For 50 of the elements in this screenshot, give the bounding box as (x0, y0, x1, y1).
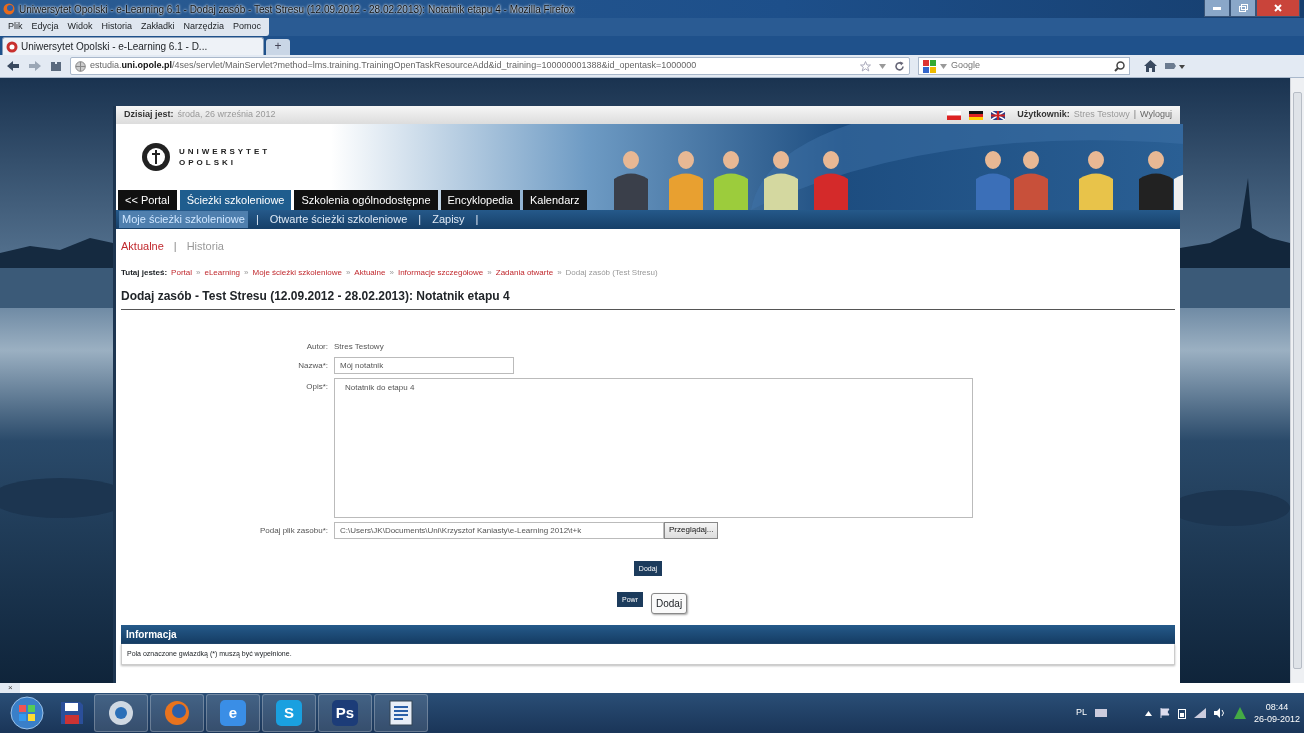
new-tab-button[interactable]: + (266, 39, 290, 55)
taskbar-button[interactable] (94, 694, 148, 732)
window-title: Uniwersytet Opolski - e-Learning 6.1 - Dodaj zasób - Test Stresu (12.09.2012 - 28.02.2013): Notatnik etapu 4 - Mozilla Firefox (19, 2, 575, 17)
search-engine-icon (923, 59, 936, 73)
browser-tab[interactable]: Uniwersytet Opolski - e-Learning 6.1 - D... (2, 37, 264, 55)
globe-icon (75, 60, 86, 72)
scroll-thumb[interactable] (1293, 92, 1302, 669)
network-icon[interactable] (1233, 707, 1246, 719)
search-icon[interactable] (1114, 60, 1125, 72)
caret-icon[interactable] (879, 63, 886, 69)
star-icon[interactable] (860, 60, 871, 72)
firefox-icon (3, 3, 15, 15)
minimize-icon (1213, 6, 1221, 10)
search-bar[interactable]: Google (918, 57, 1130, 75)
battery-icon[interactable] (1177, 707, 1186, 719)
maximize-button[interactable] (1230, 0, 1256, 17)
menu-item[interactable]: Pomoc (233, 20, 262, 34)
taskbar-button[interactable] (374, 694, 428, 732)
document-icon (389, 700, 413, 726)
close-button[interactable] (1256, 0, 1300, 17)
app-icon: Ps (332, 700, 358, 726)
reload-icon[interactable] (894, 60, 905, 72)
show-hidden-icon[interactable] (1144, 710, 1152, 716)
site-icon (6, 40, 18, 53)
clock[interactable]: 08:44 26-09-2012 (1253, 701, 1300, 725)
caret-icon (940, 63, 947, 69)
menu-item[interactable]: Widok (67, 20, 93, 34)
menu-item[interactable]: Zakładki (141, 20, 175, 34)
volume-icon[interactable] (1213, 708, 1226, 718)
menu-item[interactable]: Narzędzia (183, 20, 225, 34)
globe-icon (108, 700, 134, 726)
app-icon: e (220, 700, 246, 726)
firefox-icon (164, 700, 190, 726)
app-icon: S (276, 700, 302, 726)
minimize-button[interactable] (1204, 0, 1230, 17)
menu-item[interactable]: Plik (8, 20, 23, 34)
language-indicator[interactable]: PL (1075, 706, 1087, 720)
back-icon[interactable] (6, 60, 20, 72)
scrollbar[interactable] (1290, 78, 1304, 683)
home-icon[interactable] (1144, 60, 1157, 72)
signal-icon[interactable] (1193, 708, 1206, 718)
bookmarks-icon[interactable] (1165, 60, 1185, 72)
close-addon-bar-button[interactable]: × (0, 683, 20, 693)
menu-item[interactable]: Edycja (31, 20, 59, 34)
start-button[interactable] (10, 696, 44, 730)
menu-item[interactable]: Historia (101, 20, 133, 34)
restore-icon (1238, 4, 1248, 12)
close-icon (1274, 4, 1282, 12)
taskbar-button[interactable]: Ps (318, 694, 372, 732)
address-field[interactable]: estudia.uni.opole.pl/4ses/servlet/MainServlet?method=lms.training.TrainingOpenTaskResourceAdd&id_training=100000001388&id_opentask=1000000 (70, 57, 910, 75)
